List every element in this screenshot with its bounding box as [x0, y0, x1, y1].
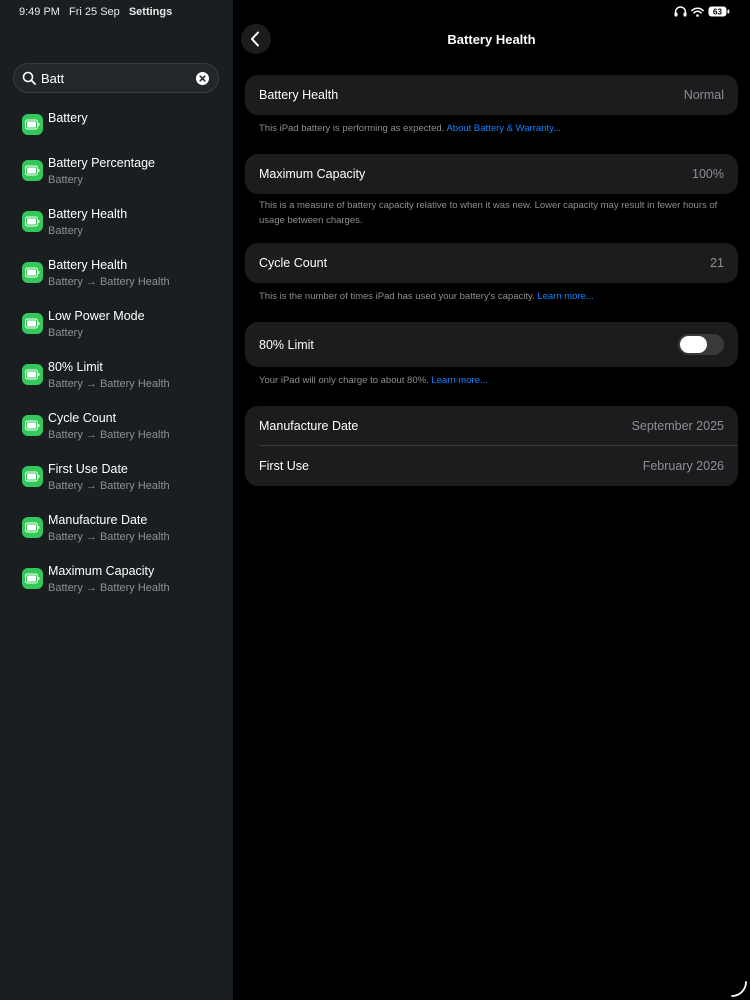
- battery-health-card: Battery Health Normal: [245, 75, 738, 115]
- result-subtitle: Battery: [48, 174, 83, 186]
- status-app-name: Settings: [128, 6, 173, 18]
- result-subtitle: Battery → Battery Health: [48, 531, 170, 543]
- search-result-battery-health[interactable]: Battery Health Battery: [0, 199, 233, 250]
- battery-icon: [22, 415, 43, 436]
- learn-more-link[interactable]: Learn more...: [537, 291, 594, 302]
- search-result-first-use-date[interactable]: First Use Date Battery → Battery Health: [0, 454, 233, 505]
- search-result-battery-health-page[interactable]: Battery Health Battery → Battery Health: [0, 250, 233, 301]
- clear-search-icon[interactable]: [196, 72, 209, 85]
- maximum-capacity-card: Maximum Capacity 100%: [245, 154, 738, 194]
- result-title: Cycle Count: [48, 411, 117, 425]
- battery-health-row: Battery Health Normal: [245, 75, 738, 115]
- battery-icon: [22, 262, 43, 283]
- battery-icon: [22, 160, 43, 181]
- result-subtitle: Battery → Battery Health: [48, 429, 170, 441]
- status-bar-right: 63: [674, 6, 730, 17]
- search-result-maximum-capacity[interactable]: Maximum Capacity Battery → Battery Healt…: [0, 556, 233, 607]
- result-subtitle: Battery → Battery Health: [48, 582, 170, 594]
- search-result-battery-percentage[interactable]: Battery Percentage Battery: [0, 148, 233, 199]
- result-subtitle: Battery: [48, 225, 83, 237]
- limit-note: Your iPad will only charge to about 80%.…: [259, 374, 719, 389]
- search-result-battery[interactable]: Battery: [0, 102, 233, 148]
- first-use-row: First Use February 2026: [245, 446, 738, 486]
- battery-icon: [22, 114, 43, 135]
- result-title: Maximum Capacity: [48, 564, 155, 578]
- battery-icon: [22, 466, 43, 487]
- result-title: Low Power Mode: [48, 309, 145, 323]
- row-label: Battery Health: [259, 88, 339, 102]
- battery-icon: [22, 211, 43, 232]
- note-text: Your iPad will only charge to about 80%.: [259, 375, 432, 386]
- cycle-count-note: This is the number of times iPad has use…: [259, 290, 719, 305]
- result-title: Battery Health: [48, 207, 128, 221]
- row-value: 100%: [692, 167, 724, 181]
- note-text: This is a measure of battery capacity re…: [259, 200, 718, 226]
- cycle-count-card: Cycle Count 21: [245, 243, 738, 283]
- result-subtitle: Battery → Battery Health: [48, 276, 170, 288]
- headphones-icon: [674, 6, 687, 17]
- status-time: 9:49 PM: [19, 6, 60, 18]
- status-bar-left: 9:49 PM Fri 25 Sep Settings: [19, 6, 178, 18]
- note-text: This iPad battery is performing as expec…: [259, 123, 447, 134]
- battery-icon: [22, 313, 43, 334]
- page-title: Battery Health: [447, 32, 536, 47]
- result-title: Battery Health: [48, 258, 128, 272]
- status-date: Fri 25 Sep: [69, 6, 120, 18]
- result-title: Battery Percentage: [48, 156, 156, 170]
- learn-more-link[interactable]: Learn more...: [431, 375, 488, 386]
- search-result-manufacture-date[interactable]: Manufacture Date Battery → Battery Healt…: [0, 505, 233, 556]
- battery-icon: [22, 568, 43, 589]
- search-field[interactable]: Batt: [13, 63, 219, 93]
- cycle-count-row: Cycle Count 21: [245, 243, 738, 283]
- row-label: Cycle Count: [259, 256, 328, 270]
- toggle-knob: [680, 336, 707, 353]
- row-value: February 2026: [642, 459, 724, 473]
- result-subtitle: Battery: [48, 327, 83, 339]
- row-value: 21: [710, 256, 724, 270]
- search-result-cycle-count[interactable]: Cycle Count Battery → Battery Health: [0, 403, 233, 454]
- battery-status-icon: 63: [708, 6, 730, 17]
- result-subtitle: Battery → Battery Health: [48, 480, 170, 492]
- battery-icon: [22, 364, 43, 385]
- result-title: Battery: [48, 111, 88, 125]
- search-input[interactable]: Batt: [41, 71, 64, 86]
- search-result-low-power-mode[interactable]: Low Power Mode Battery: [0, 301, 233, 352]
- limit-row: 80% Limit: [245, 322, 738, 367]
- row-label: First Use: [259, 459, 309, 473]
- battery-icon: [22, 517, 43, 538]
- row-label: 80% Limit: [259, 338, 314, 352]
- limit-card: 80% Limit: [245, 322, 738, 367]
- search-results: Battery Battery Percentage Battery Batte…: [0, 102, 233, 607]
- search-icon: [22, 71, 36, 85]
- row-label: Manufacture Date: [259, 419, 359, 433]
- dates-card: Manufacture Date September 2025 First Us…: [245, 406, 738, 486]
- search-result-80-limit[interactable]: 80% Limit Battery → Battery Health: [0, 352, 233, 403]
- result-title: First Use Date: [48, 462, 128, 476]
- manufacture-date-row: Manufacture Date September 2025: [245, 406, 738, 446]
- result-title: 80% Limit: [48, 360, 103, 374]
- limit-toggle[interactable]: [678, 334, 724, 355]
- row-value: September 2025: [631, 419, 724, 433]
- maximum-capacity-note: This is a measure of battery capacity re…: [259, 199, 719, 228]
- about-battery-link[interactable]: About Battery & Warranty...: [446, 123, 561, 134]
- maximum-capacity-row: Maximum Capacity 100%: [245, 154, 738, 194]
- battery-level-text: 63: [713, 8, 722, 17]
- detail-pane: 63 Battery Health Battery Health Normal …: [233, 0, 750, 1000]
- result-title: Manufacture Date: [48, 513, 148, 527]
- sidebar: 9:49 PM Fri 25 Sep Settings Batt Battery…: [0, 0, 233, 1000]
- row-label: Maximum Capacity: [259, 167, 366, 181]
- result-subtitle: Battery → Battery Health: [48, 378, 170, 390]
- resize-corner-icon[interactable]: [731, 981, 747, 997]
- note-text: This is the number of times iPad has use…: [259, 291, 538, 302]
- wifi-icon: [691, 6, 704, 17]
- row-value: Normal: [683, 88, 724, 102]
- battery-health-note: This iPad battery is performing as expec…: [259, 122, 719, 137]
